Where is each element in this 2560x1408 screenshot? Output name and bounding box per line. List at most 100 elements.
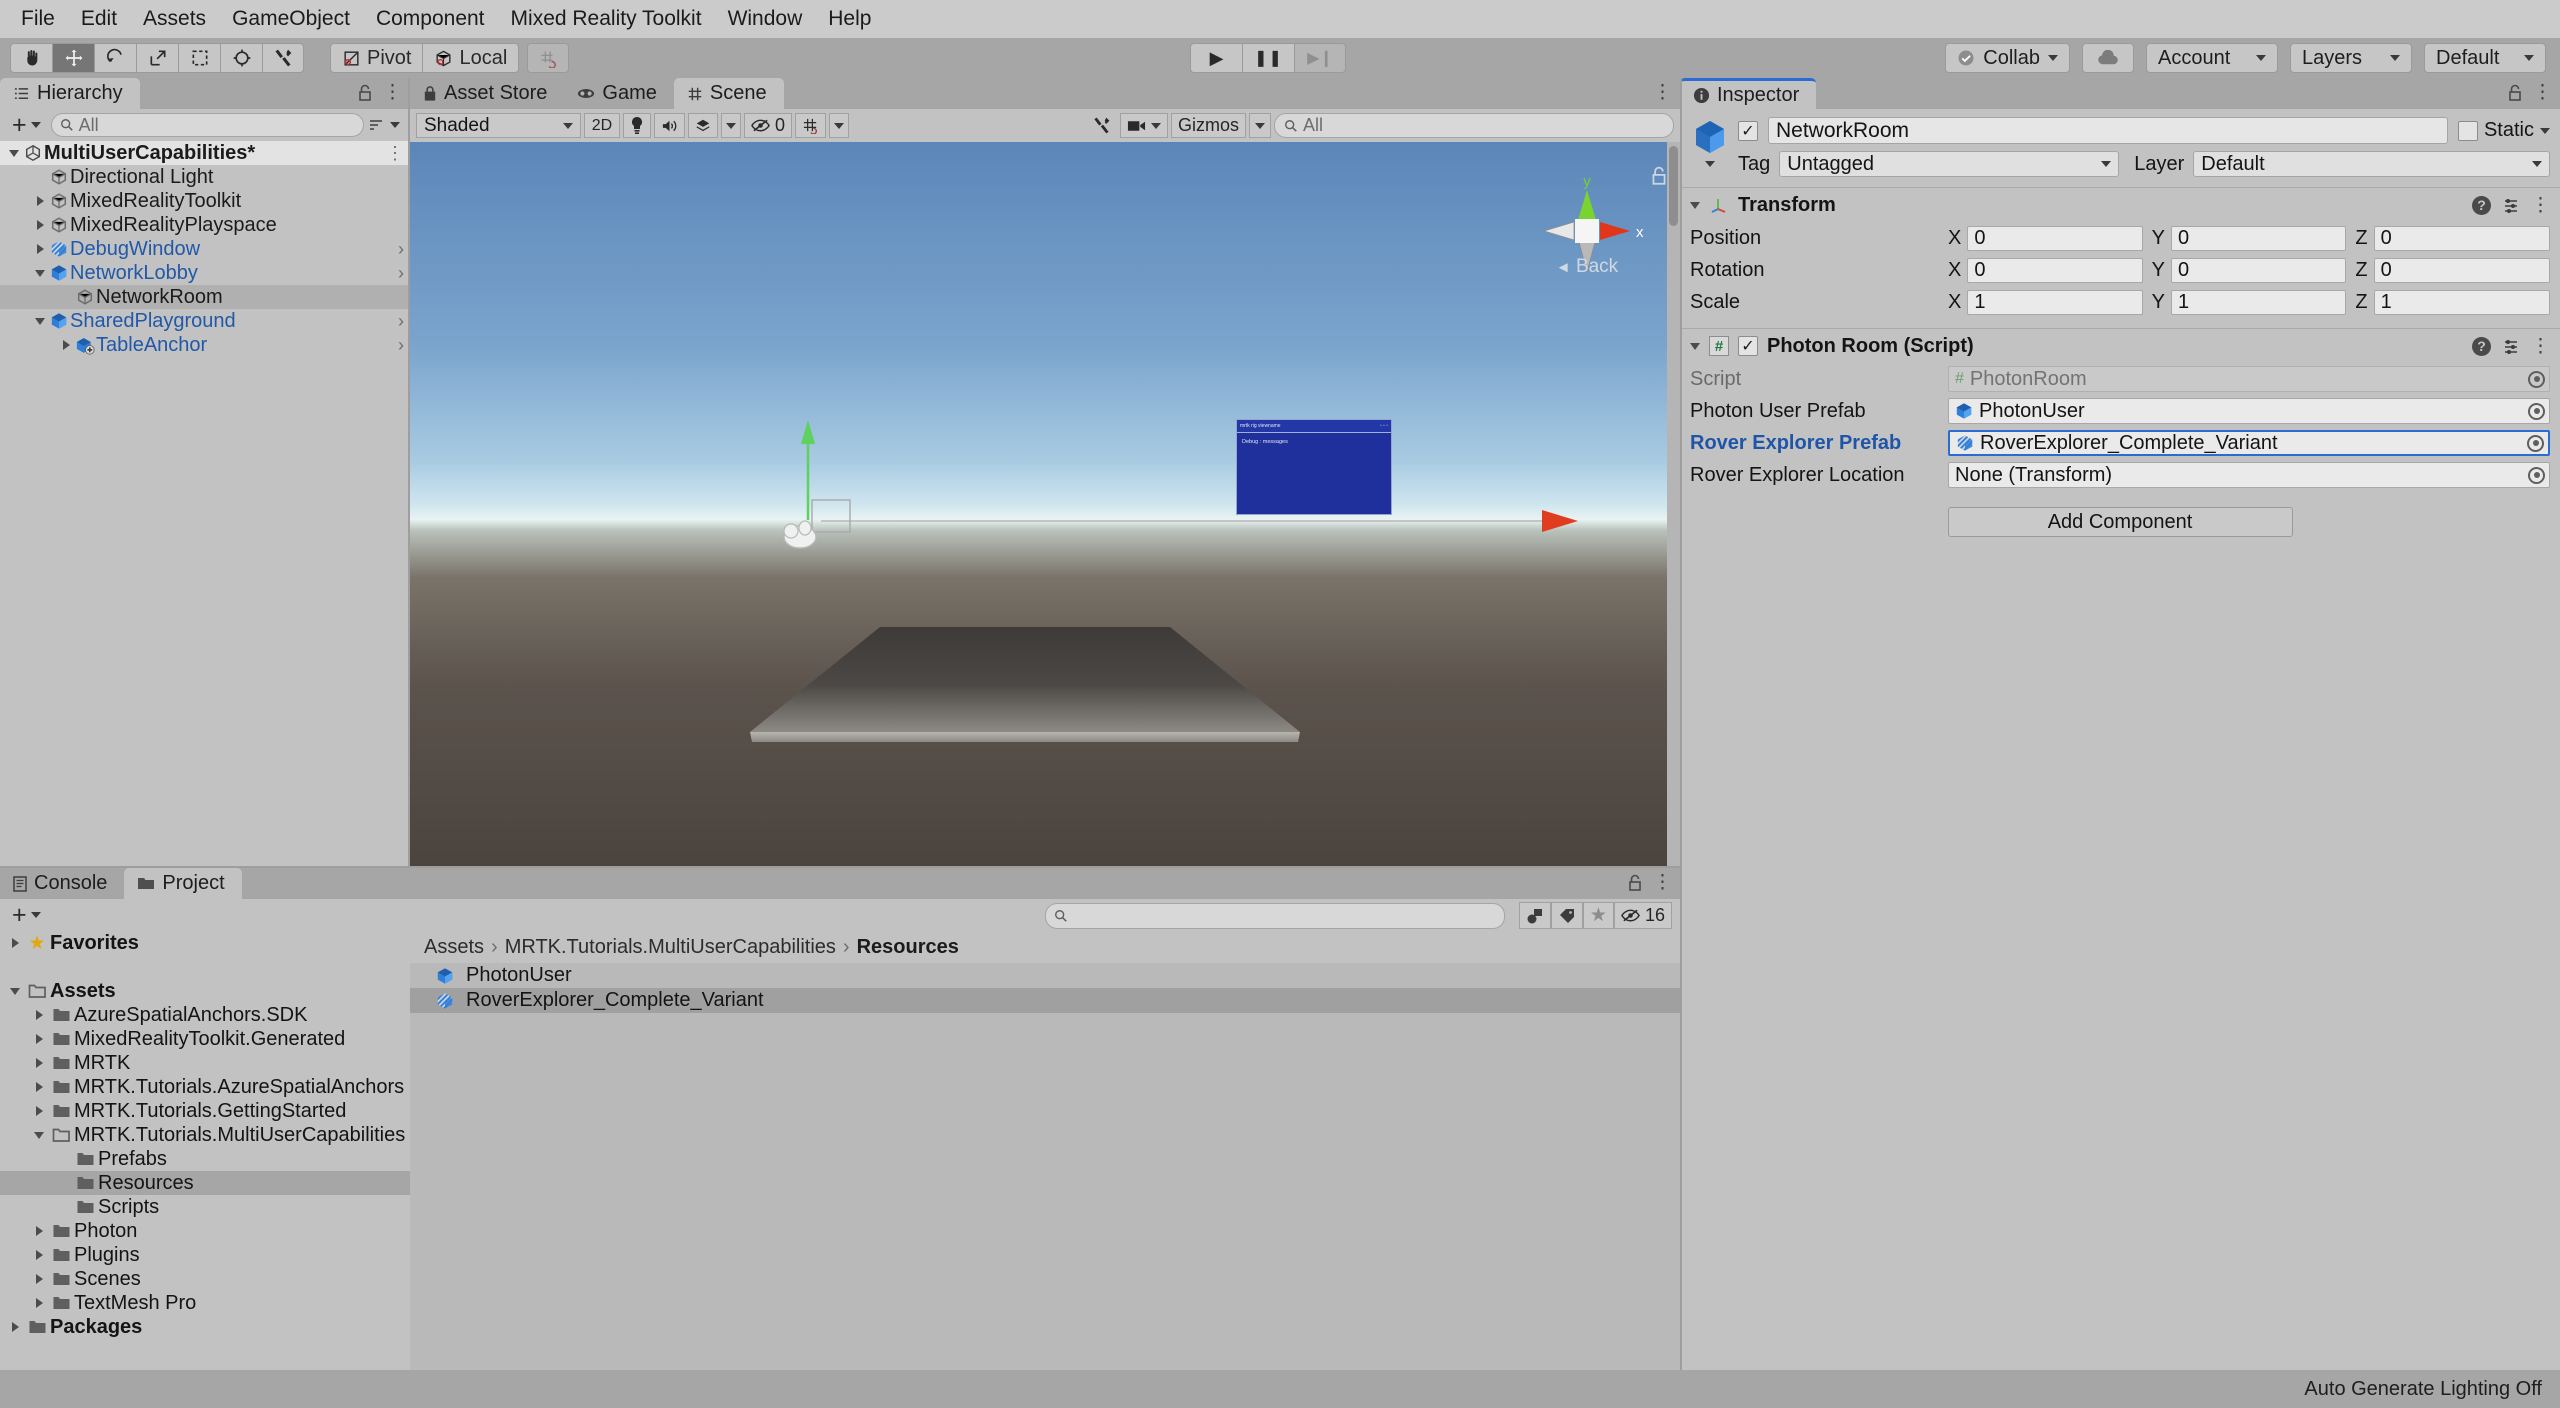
position-y-input[interactable]: 0 [2171,225,2347,251]
step-button[interactable]: ▶❙ [1294,43,1346,73]
asset-item-photonuser[interactable]: PhotonUser [410,963,1680,988]
transform-menu-icon[interactable]: ⋮ [2531,196,2550,215]
hierarchy-item-networklobby[interactable]: NetworkLobby › [0,261,410,285]
chevron-down-icon[interactable] [1690,342,1700,350]
preset-icon[interactable] [2502,337,2520,355]
lock-icon[interactable] [2507,84,2523,102]
chevron-down-icon[interactable] [390,122,400,128]
project-tree-item-plugins[interactable]: Plugins [0,1243,410,1267]
scene-visibility-button[interactable]: 0 [744,113,793,138]
layout-button[interactable]: Default [2424,43,2546,73]
help-icon[interactable]: ? [2472,195,2491,215]
open-prefab-chevron-icon[interactable]: › [398,311,404,332]
open-prefab-chevron-icon[interactable]: › [398,239,404,260]
chevron-right-icon[interactable] [32,196,48,206]
collab-button[interactable]: Collab [1945,43,2070,73]
chevron-right-icon[interactable] [30,1010,48,1020]
chevron-right-icon[interactable] [6,938,24,948]
project-tree-item-scenes[interactable]: Scenes [0,1267,410,1291]
scene-component-tools-button[interactable] [1086,113,1117,138]
hierarchy-search-input[interactable]: All [50,113,364,137]
chevron-down-icon[interactable] [6,987,24,995]
tab-inspector[interactable]: Inspector [1680,78,1817,109]
object-field-photon-user-prefab[interactable]: PhotonUser [1948,398,2550,424]
photon-room-component-header[interactable]: # ✓ Photon Room (Script) ? ⋮ [1680,329,2560,363]
chevron-right-icon[interactable] [30,1082,48,1092]
project-create-button[interactable]: + [6,902,47,928]
object-field-rover-explorer-prefab[interactable]: RoverExplorer_Complete_Variant [1948,430,2550,456]
project-tree-item-resources[interactable]: Resources [0,1171,410,1195]
grid-snap-button[interactable] [527,43,570,73]
hierarchy-item-directionallight[interactable]: Directional Light [0,165,410,189]
scene-context-menu-icon[interactable]: ⋮ [386,144,404,162]
chevron-down-icon[interactable] [30,1131,48,1139]
menu-item-component[interactable]: Component [363,0,498,38]
object-picker-icon[interactable] [2528,466,2545,484]
pivot-toggle-button[interactable]: Pivot [330,43,423,73]
project-menu-icon[interactable]: ⋮ [1653,873,1672,892]
preset-icon[interactable] [2502,196,2520,214]
chevron-down-icon[interactable] [32,269,48,277]
menu-item-assets[interactable]: Assets [130,0,219,38]
object-field-rover-explorer-location[interactable]: None (Transform) [1948,462,2550,488]
2d-toggle-button[interactable]: 2D [584,113,620,138]
hierarchy-item-mixedrealitytoolkit[interactable]: MixedRealityToolkit [0,189,410,213]
tab-project[interactable]: Project [124,868,242,899]
open-prefab-chevron-icon[interactable]: › [398,263,404,284]
project-tree-item-mrtktutorialsgettingstarted[interactable]: MRTK.Tutorials.GettingStarted [0,1099,410,1123]
hierarchy-item-tableanchor[interactable]: TableAnchor › [0,333,410,357]
asset-list[interactable]: PhotonUser RoverExplorer_Complete_Variant [410,963,1680,1372]
visible-objects-count[interactable]: 16 [1613,902,1672,929]
project-tree-item-mrtktutorialsmultiusercapabilities[interactable]: MRTK.Tutorials.MultiUserCapabilities [0,1123,410,1147]
position-z-input[interactable]: 0 [2373,225,2551,251]
hierarchy-item-sharedplayground[interactable]: SharedPlayground › [0,309,410,333]
project-tree-item-mrtk[interactable]: MRTK [0,1051,410,1075]
hierarchy-create-button[interactable]: + [6,112,47,138]
chevron-right-icon[interactable] [30,1106,48,1116]
project-tree-item-packages[interactable]: Packages [0,1315,410,1339]
scene-grid-button[interactable] [795,113,827,138]
tab-hierarchy[interactable]: Hierarchy [0,78,140,109]
menu-item-file[interactable]: File [8,0,68,38]
rect-tool-button[interactable] [178,43,220,73]
asset-item-roverexplorercompletevariant[interactable]: RoverExplorer_Complete_Variant [410,988,1680,1013]
hierarchy-item-networkroom[interactable]: NetworkRoom [0,285,410,309]
chevron-right-icon[interactable] [30,1034,48,1044]
scene-camera-button[interactable] [1119,113,1168,138]
static-checkbox[interactable] [2457,120,2478,141]
chevron-down-icon[interactable] [2540,127,2550,134]
inspector-menu-icon[interactable]: ⋮ [2533,83,2552,102]
menu-item-edit[interactable]: Edit [68,0,130,38]
hierarchy-item-mixedrealityplayspace[interactable]: MixedRealityPlayspace [0,213,410,237]
scene-grid-dropdown[interactable] [829,113,850,138]
object-picker-icon[interactable] [2528,402,2545,420]
filter-by-type-button[interactable] [1518,902,1551,929]
chevron-right-icon[interactable] [30,1058,48,1068]
menu-item-help[interactable]: Help [815,0,884,38]
project-tree-item-mrtktutorialsazurespatialanchors[interactable]: MRTK.Tutorials.AzureSpatialAnchors [0,1075,410,1099]
layers-button[interactable]: Layers [2290,43,2412,73]
local-global-toggle-button[interactable]: Local [422,43,520,73]
gizmo-lock-icon[interactable] [1650,166,1668,186]
gizmos-dropdown[interactable] [1249,113,1271,138]
favorites-filter-button[interactable]: ★ [1582,902,1614,929]
hand-tool-button[interactable] [10,43,52,73]
object-name-input[interactable]: NetworkRoom [1768,117,2448,144]
lock-icon[interactable] [1627,874,1643,892]
photon-room-enabled-checkbox[interactable]: ✓ [1738,336,1758,356]
object-picker-icon[interactable] [2528,370,2545,388]
photon-room-menu-icon[interactable]: ⋮ [2531,337,2550,356]
layer-dropdown[interactable]: Default [2193,151,2550,177]
chevron-right-icon[interactable] [58,340,74,350]
hierarchy-item-debugwindow[interactable]: DebugWindow › [0,237,410,261]
project-tree-item-scripts[interactable]: Scripts [0,1195,410,1219]
custom-editor-tool-button[interactable] [262,43,304,73]
scene-audio-button[interactable] [654,113,685,138]
tab-scene[interactable]: Scene [673,78,784,109]
scale-x-input[interactable]: 1 [1967,289,2143,315]
open-prefab-chevron-icon[interactable]: › [398,335,404,356]
project-tree-item-azurespatialanchorssdk[interactable]: AzureSpatialAnchors.SDK [0,1003,410,1027]
project-tree-item-assets[interactable]: Assets [0,979,410,1003]
project-folder-tree[interactable]: ★ Favorites Assets AzureSpatialAnchors.SDK M… [0,931,410,1408]
scene-lighting-button[interactable] [623,113,651,138]
